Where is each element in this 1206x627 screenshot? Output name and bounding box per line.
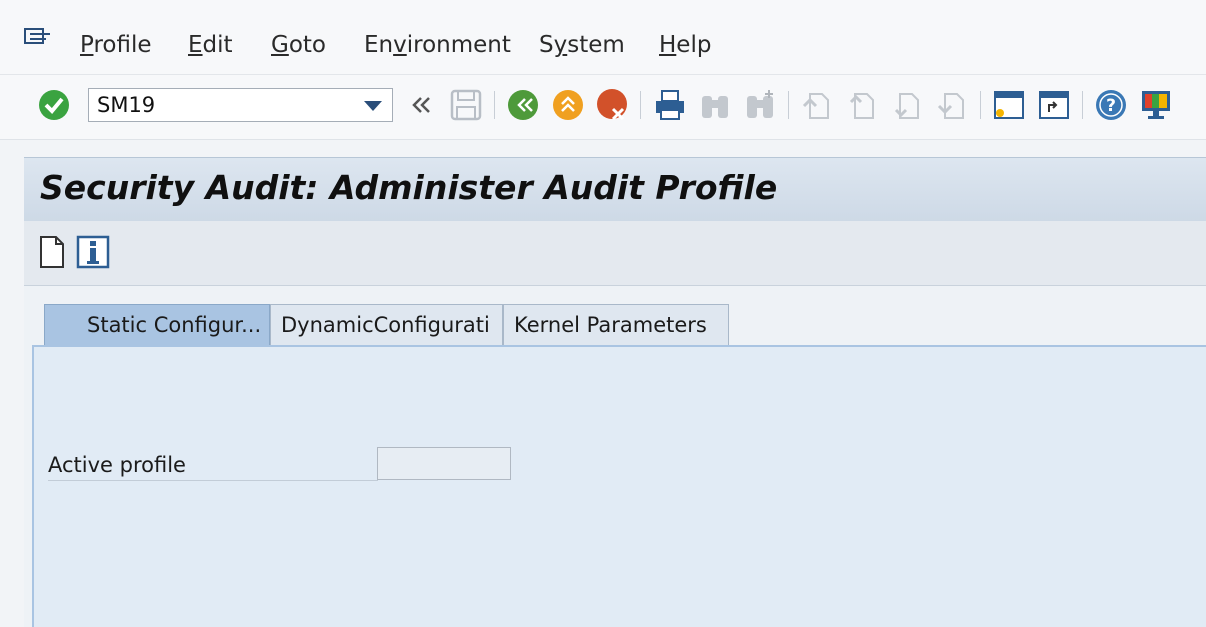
tabstrip: Static Configur... DynamicConfigurati Ke… <box>24 304 1206 346</box>
back-history-icon[interactable] <box>404 88 438 122</box>
separator <box>980 91 981 119</box>
find-icon[interactable] <box>698 88 732 122</box>
menu-bar: Profile Edit Goto Environment System Hel… <box>0 0 1206 75</box>
page-title: Security Audit: Administer Audit Profile <box>40 168 778 207</box>
last-page-icon[interactable] <box>935 88 969 122</box>
title-band: Security Audit: Administer Audit Profile <box>24 157 1206 223</box>
menu-system[interactable]: System <box>539 32 625 58</box>
separator <box>494 91 495 119</box>
exit-icon[interactable] <box>551 88 585 122</box>
menu-environment[interactable]: Environment <box>364 32 511 58</box>
command-field[interactable]: SM19 <box>88 88 393 122</box>
back-icon[interactable] <box>506 88 540 122</box>
system-toolbar: SM19 ? <box>0 75 1206 140</box>
svg-text:?: ? <box>1106 96 1116 116</box>
chevron-down-icon[interactable] <box>364 101 382 111</box>
enter-icon[interactable] <box>37 88 71 122</box>
cancel-icon[interactable] <box>596 88 630 122</box>
tab-kernel-parameters[interactable]: Kernel Parameters <box>503 304 729 345</box>
separator <box>640 91 641 119</box>
menu-icon[interactable] <box>24 28 52 50</box>
separator <box>1082 91 1083 119</box>
customize-layout-icon[interactable] <box>1139 88 1173 122</box>
next-page-icon[interactable] <box>890 88 924 122</box>
menu-edit[interactable]: Edit <box>188 32 233 58</box>
tab-dynamic-configuration[interactable]: DynamicConfigurati <box>270 304 503 345</box>
content-area: Static Configur... DynamicConfigurati Ke… <box>24 286 1206 627</box>
active-profile-field[interactable] <box>377 447 511 480</box>
active-profile-label: Active profile <box>48 453 186 477</box>
menu-profile[interactable]: Profile <box>80 32 152 58</box>
find-next-icon[interactable] <box>743 88 777 122</box>
print-icon[interactable] <box>653 88 687 122</box>
tab-static-configuration[interactable]: Static Configur... <box>44 304 270 345</box>
separator <box>788 91 789 119</box>
previous-page-icon[interactable] <box>845 88 879 122</box>
shortcut-icon[interactable] <box>1037 88 1071 122</box>
menu-help[interactable]: Help <box>659 32 711 58</box>
menu-goto[interactable]: Goto <box>271 32 326 58</box>
new-document-icon[interactable] <box>38 235 66 269</box>
save-icon[interactable] <box>449 88 483 122</box>
application-toolbar <box>24 221 1206 286</box>
help-icon[interactable]: ? <box>1094 88 1128 122</box>
information-icon[interactable] <box>76 235 110 269</box>
label-underline <box>48 480 378 481</box>
first-page-icon[interactable] <box>800 88 834 122</box>
tab-panel-static-configuration: Active profile <box>32 345 1206 627</box>
command-field-value: SM19 <box>97 93 156 117</box>
create-session-icon[interactable] <box>992 88 1026 122</box>
